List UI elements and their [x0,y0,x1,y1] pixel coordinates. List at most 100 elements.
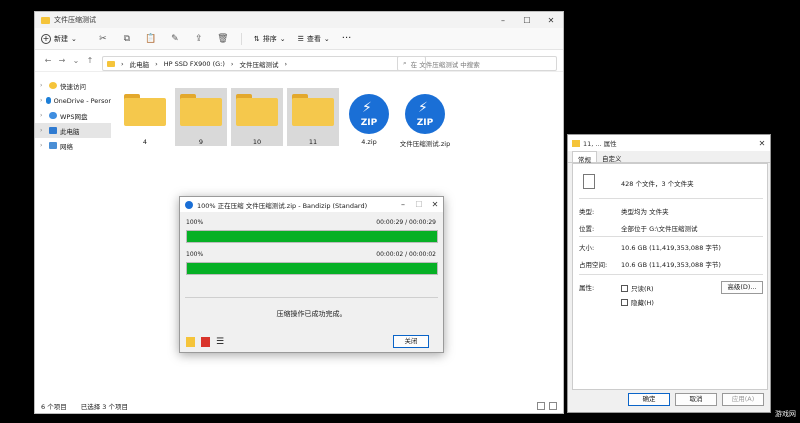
copy-icon[interactable]: ⧉ [119,32,135,46]
sidebar-item-onedrive[interactable]: › OneDrive - Persor [35,93,111,108]
file-name: 9 [198,138,204,146]
file-item[interactable]: 10 [231,88,283,146]
rename-icon[interactable]: ✎ [167,32,183,46]
cancel-button[interactable]: 取消 [675,393,717,406]
file-item[interactable]: 11 [287,88,339,146]
property-value: 10.6 GB (11,419,353,088 字节) [621,261,721,269]
cloud-icon [49,112,57,119]
progress-bar-current [186,262,438,275]
progress-time: 00:00:02 / 00:00:02 [376,251,436,258]
completion-message-box: 压缩操作已成功完成。 [185,297,438,329]
item-count: 6 个项目 [41,403,67,411]
properties-title: 11, ... 属性 [583,140,617,148]
forward-icon[interactable]: → [55,56,69,65]
address-bar[interactable]: › 此电脑 › HP SSD FX900 (G:) › 文件压缩测试 › [102,56,426,71]
bandizip-dialog: 100% 正在压缩 文件压缩测试.zip - Bandizip (Standar… [179,196,444,353]
minimize-icon[interactable]: – [491,16,515,25]
folder-icon [292,94,334,126]
delete-source-icon[interactable] [201,337,210,347]
tab-custom[interactable]: 自定义 [597,151,627,163]
more-options-icon[interactable]: ··· [342,33,352,44]
hidden-checkbox[interactable]: 隐藏(H) [621,297,654,307]
property-row: 位置: 全部位于 G:\文件压缩测试 [579,223,697,233]
open-folder-icon[interactable] [186,337,195,347]
close-icon[interactable]: ✕ [754,139,770,148]
file-item[interactable]: 9 [175,88,227,146]
large-icons-view-icon[interactable] [549,402,557,410]
properties-panel: 428 个文件，3 个文件夹 类型: 类型均为 文件夹 位置: 全部位于 G:\… [572,163,768,390]
breadcrumb-item[interactable]: 文件压缩测试 [240,59,279,69]
close-icon[interactable]: ✕ [539,16,563,25]
progress-fill [187,231,437,242]
status-bar: 6 个项目 已选择 3 个项目 [35,399,563,413]
watermark-text: 游戏网 [775,410,796,418]
sidebar-item-this-pc[interactable]: › 此电脑 [35,123,111,138]
chevron-right-icon: › [121,59,124,68]
minimize-icon[interactable]: – [395,200,411,209]
view-button[interactable]: ☰ 查看 ⌄ [298,34,330,44]
cloud-icon [46,97,51,104]
back-icon[interactable]: ← [41,56,55,65]
file-name: 文件压缩测试.zip [399,140,451,148]
chevron-right-icon[interactable]: › [40,142,46,149]
chevron-right-icon[interactable]: › [40,127,46,134]
sidebar-item-quick-access[interactable]: › 快速访问 [35,78,111,93]
progress-bar-total [186,230,438,243]
file-list: 4 9 10 11 ⚡ ZIP 4.zip ⚡ ZIP 文件压缩测试.zip [119,88,559,178]
recent-icon[interactable]: ⌄ [69,56,83,65]
bandizip-zip-icon: ⚡ ZIP [405,94,445,134]
sort-label: 排序 [262,34,277,43]
paste-icon[interactable]: 📋 [143,32,159,46]
checkbox-box[interactable] [621,298,628,306]
breadcrumb-item[interactable]: HP SSD FX900 (G:) [164,60,225,68]
advanced-button[interactable]: 高级(D)... [721,281,763,294]
new-button[interactable]: + 新建 ⌄ [41,33,77,44]
ok-button[interactable]: 确定 [628,393,670,406]
property-key: 类型: [579,208,595,216]
file-item[interactable]: ⚡ ZIP 文件压缩测试.zip [399,88,451,148]
sidebar-item-label: 快速访问 [60,82,86,91]
sidebar-item-label: 网络 [60,142,73,151]
property-row: 类型: 类型均为 文件夹 [579,206,669,216]
sort-button[interactable]: ⇅ 排序 ⌄ [254,34,286,44]
sidebar-item-label: OneDrive - Persor [53,96,111,105]
property-key: 占用空间: [579,261,608,269]
hidden-label: 隐藏(H) [631,299,654,307]
property-value: 10.6 GB (11,419,353,088 字节) [621,244,721,252]
tab-general[interactable]: 常规 [572,151,597,164]
maximize-icon[interactable]: ☐ [515,16,539,25]
folder-icon [572,139,580,147]
progress-fill [187,263,437,274]
search-input[interactable]: ⌕ 在 文件压缩测试 中搜索 [397,56,557,71]
up-icon[interactable]: ↑ [83,56,97,65]
close-icon[interactable]: ✕ [427,200,443,209]
sidebar-item-wps[interactable]: › WPS网盘 [35,108,111,123]
file-name: 4 [142,138,148,146]
delete-icon[interactable]: 🗑 [215,32,231,46]
cut-icon[interactable]: ✂ [95,32,111,46]
plus-icon: + [41,33,51,44]
readonly-checkbox[interactable]: 只读(R) [621,283,654,293]
details-view-icon[interactable] [537,402,545,410]
file-item[interactable]: ⚡ ZIP 4.zip [343,88,395,146]
selected-count: 已选择 3 个项目 [80,403,128,411]
file-item[interactable]: 4 [119,88,171,146]
property-key: 属性: [579,284,595,292]
divider [579,236,763,237]
checkbox-box[interactable] [621,284,628,292]
chevron-right-icon[interactable]: › [40,112,46,119]
progress-percent: 100% [186,251,204,258]
chevron-right-icon[interactable]: › [40,97,43,104]
close-button[interactable]: 关闭 [393,335,429,348]
menu-icon[interactable]: ☰ [216,337,224,347]
properties-window: 11, ... 属性 ✕ 常规 自定义 428 个文件，3 个文件夹 类型: 类… [567,134,771,413]
breadcrumb-item[interactable]: 此电脑 [130,59,150,69]
share-icon[interactable]: ⇪ [191,32,207,46]
properties-titlebar: 11, ... 属性 ✕ [568,135,770,151]
computer-icon [49,127,57,134]
sidebar-item-label: WPS网盘 [60,112,88,121]
apply-button[interactable]: 应用(A) [722,393,764,406]
chevron-right-icon[interactable]: › [40,82,46,89]
sidebar-item-network[interactable]: › 网络 [35,138,111,153]
folder-icon [124,94,166,126]
